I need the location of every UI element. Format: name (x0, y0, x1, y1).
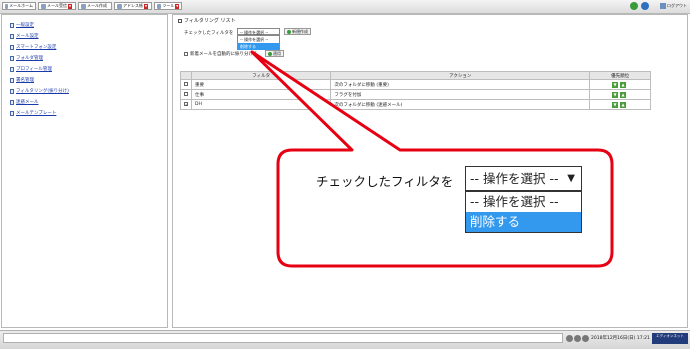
provider-logo: エディオンネット (652, 333, 688, 344)
stop-icon[interactable] (574, 335, 581, 342)
callout-option: -- 操作を選択 -- (470, 194, 559, 209)
callout-option-delete: 削除する (466, 212, 581, 232)
callout-label: チェックしたフィルタを (316, 174, 454, 189)
status-datetime: 2018年12月16日(日) 17:21 (591, 336, 650, 341)
forward-icon[interactable] (582, 335, 589, 342)
dropdown-arrow-icon: ▼ (567, 173, 575, 184)
back-icon[interactable] (566, 335, 573, 342)
callout-option-list: -- 操作を選択 -- 削除する (465, 191, 582, 233)
provider-logo-text: エディオンネット (656, 334, 684, 338)
callout-balloon (250, 50, 614, 268)
callout-action-select: -- 操作を選択 -- ▼ (465, 166, 582, 191)
callout-select-value: -- 操作を選択 -- (470, 171, 559, 186)
status-text-box (3, 333, 563, 343)
